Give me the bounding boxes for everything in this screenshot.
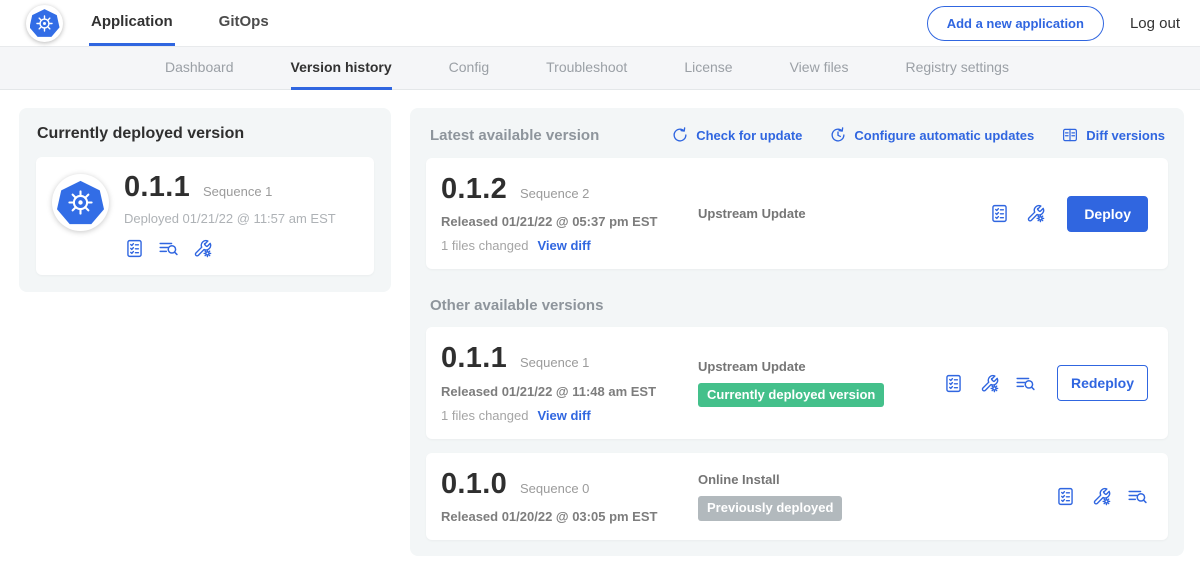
release-notes-icon[interactable] <box>124 238 145 259</box>
version-source: Upstream Update <box>698 206 989 221</box>
tab-gitops[interactable]: GitOps <box>217 0 271 46</box>
release-notes-icon[interactable] <box>1055 486 1076 507</box>
logout-link[interactable]: Log out <box>1130 15 1180 32</box>
release-notes-icon[interactable] <box>989 203 1010 224</box>
deploy-button[interactable]: Deploy <box>1067 196 1148 232</box>
release-notes-icon[interactable] <box>943 373 964 394</box>
currently-deployed-badge: Currently deployed version <box>698 383 884 407</box>
version-sequence: Sequence 1 <box>520 355 589 370</box>
config-icon[interactable] <box>979 373 1000 394</box>
kubernetes-wheel-icon <box>30 9 60 38</box>
view-diff-link[interactable]: View diff <box>537 408 590 423</box>
subnav-tab-config[interactable]: Config <box>449 47 489 90</box>
config-icon[interactable] <box>1091 486 1112 507</box>
app-icon <box>52 174 109 231</box>
check-for-update-link[interactable]: Check for update <box>671 126 802 144</box>
currently-deployed-card: Currently deployed version 0.1.1 Sequenc… <box>19 108 391 292</box>
deployed-version-card: 0.1.1 Sequence 1 Deployed 01/21/22 @ 11:… <box>36 157 374 275</box>
add-application-button[interactable]: Add a new application <box>927 6 1104 41</box>
configure-automatic-updates-link[interactable]: Configure automatic updates <box>829 126 1034 144</box>
version-source: Upstream Update <box>698 359 943 374</box>
deployed-timestamp: Deployed 01/21/22 @ 11:57 am EST <box>124 211 336 226</box>
app-subnav: Dashboard Version history Config Trouble… <box>0 47 1200 90</box>
released-timestamp: Released 01/20/22 @ 03:05 pm EST <box>441 509 698 524</box>
subnav-tab-view-files[interactable]: View files <box>790 47 849 90</box>
tab-application[interactable]: Application <box>89 0 175 46</box>
kubernetes-wheel-icon <box>57 180 104 225</box>
subnav-tab-troubleshoot[interactable]: Troubleshoot <box>546 47 627 90</box>
version-row-0-1-2: 0.1.2 Sequence 2 Released 01/21/22 @ 05:… <box>426 158 1168 269</box>
currently-deployed-title: Currently deployed version <box>37 125 374 143</box>
logs-icon[interactable] <box>1015 373 1036 394</box>
version-source: Online Install <box>698 472 1055 487</box>
refresh-icon <box>671 126 689 144</box>
other-available-heading: Other available versions <box>430 297 1165 314</box>
latest-available-heading: Latest available version <box>430 127 599 144</box>
version-number: 0.1.0 <box>441 469 507 499</box>
released-timestamp: Released 01/21/22 @ 05:37 pm EST <box>441 214 698 229</box>
config-icon[interactable] <box>1025 203 1046 224</box>
released-timestamp: Released 01/21/22 @ 11:48 am EST <box>441 384 698 399</box>
version-number: 0.1.2 <box>441 174 507 204</box>
view-diff-link[interactable]: View diff <box>537 238 590 253</box>
config-icon[interactable] <box>192 238 213 259</box>
logs-icon[interactable] <box>158 238 179 259</box>
version-history-panel: Latest available version Check for updat… <box>410 108 1184 556</box>
diff-versions-link[interactable]: Diff versions <box>1061 126 1165 144</box>
schedule-icon <box>829 126 847 144</box>
version-row-0-1-0: 0.1.0 Sequence 0 Released 01/20/22 @ 03:… <box>426 453 1168 540</box>
redeploy-button[interactable]: Redeploy <box>1057 365 1148 401</box>
logs-icon[interactable] <box>1127 486 1148 507</box>
version-sequence: Sequence 2 <box>520 186 589 201</box>
app-header: Application GitOps Add a new application… <box>0 0 1200 47</box>
version-sequence: Sequence 0 <box>520 481 589 496</box>
diff-icon <box>1061 126 1079 144</box>
previously-deployed-badge: Previously deployed <box>698 496 842 520</box>
version-number: 0.1.1 <box>441 343 507 373</box>
files-changed-label: 1 files changed <box>441 408 528 423</box>
deployed-sequence: Sequence 1 <box>203 184 272 199</box>
app-logo <box>26 0 63 46</box>
subnav-tab-registry-settings[interactable]: Registry settings <box>905 47 1008 90</box>
subnav-tab-version-history[interactable]: Version history <box>291 47 392 90</box>
subnav-tab-license[interactable]: License <box>684 47 732 90</box>
subnav-tab-dashboard[interactable]: Dashboard <box>165 47 234 90</box>
deployed-version-number: 0.1.1 <box>124 172 190 202</box>
files-changed-label: 1 files changed <box>441 238 528 253</box>
version-row-0-1-1: 0.1.1 Sequence 1 Released 01/21/22 @ 11:… <box>426 327 1168 438</box>
